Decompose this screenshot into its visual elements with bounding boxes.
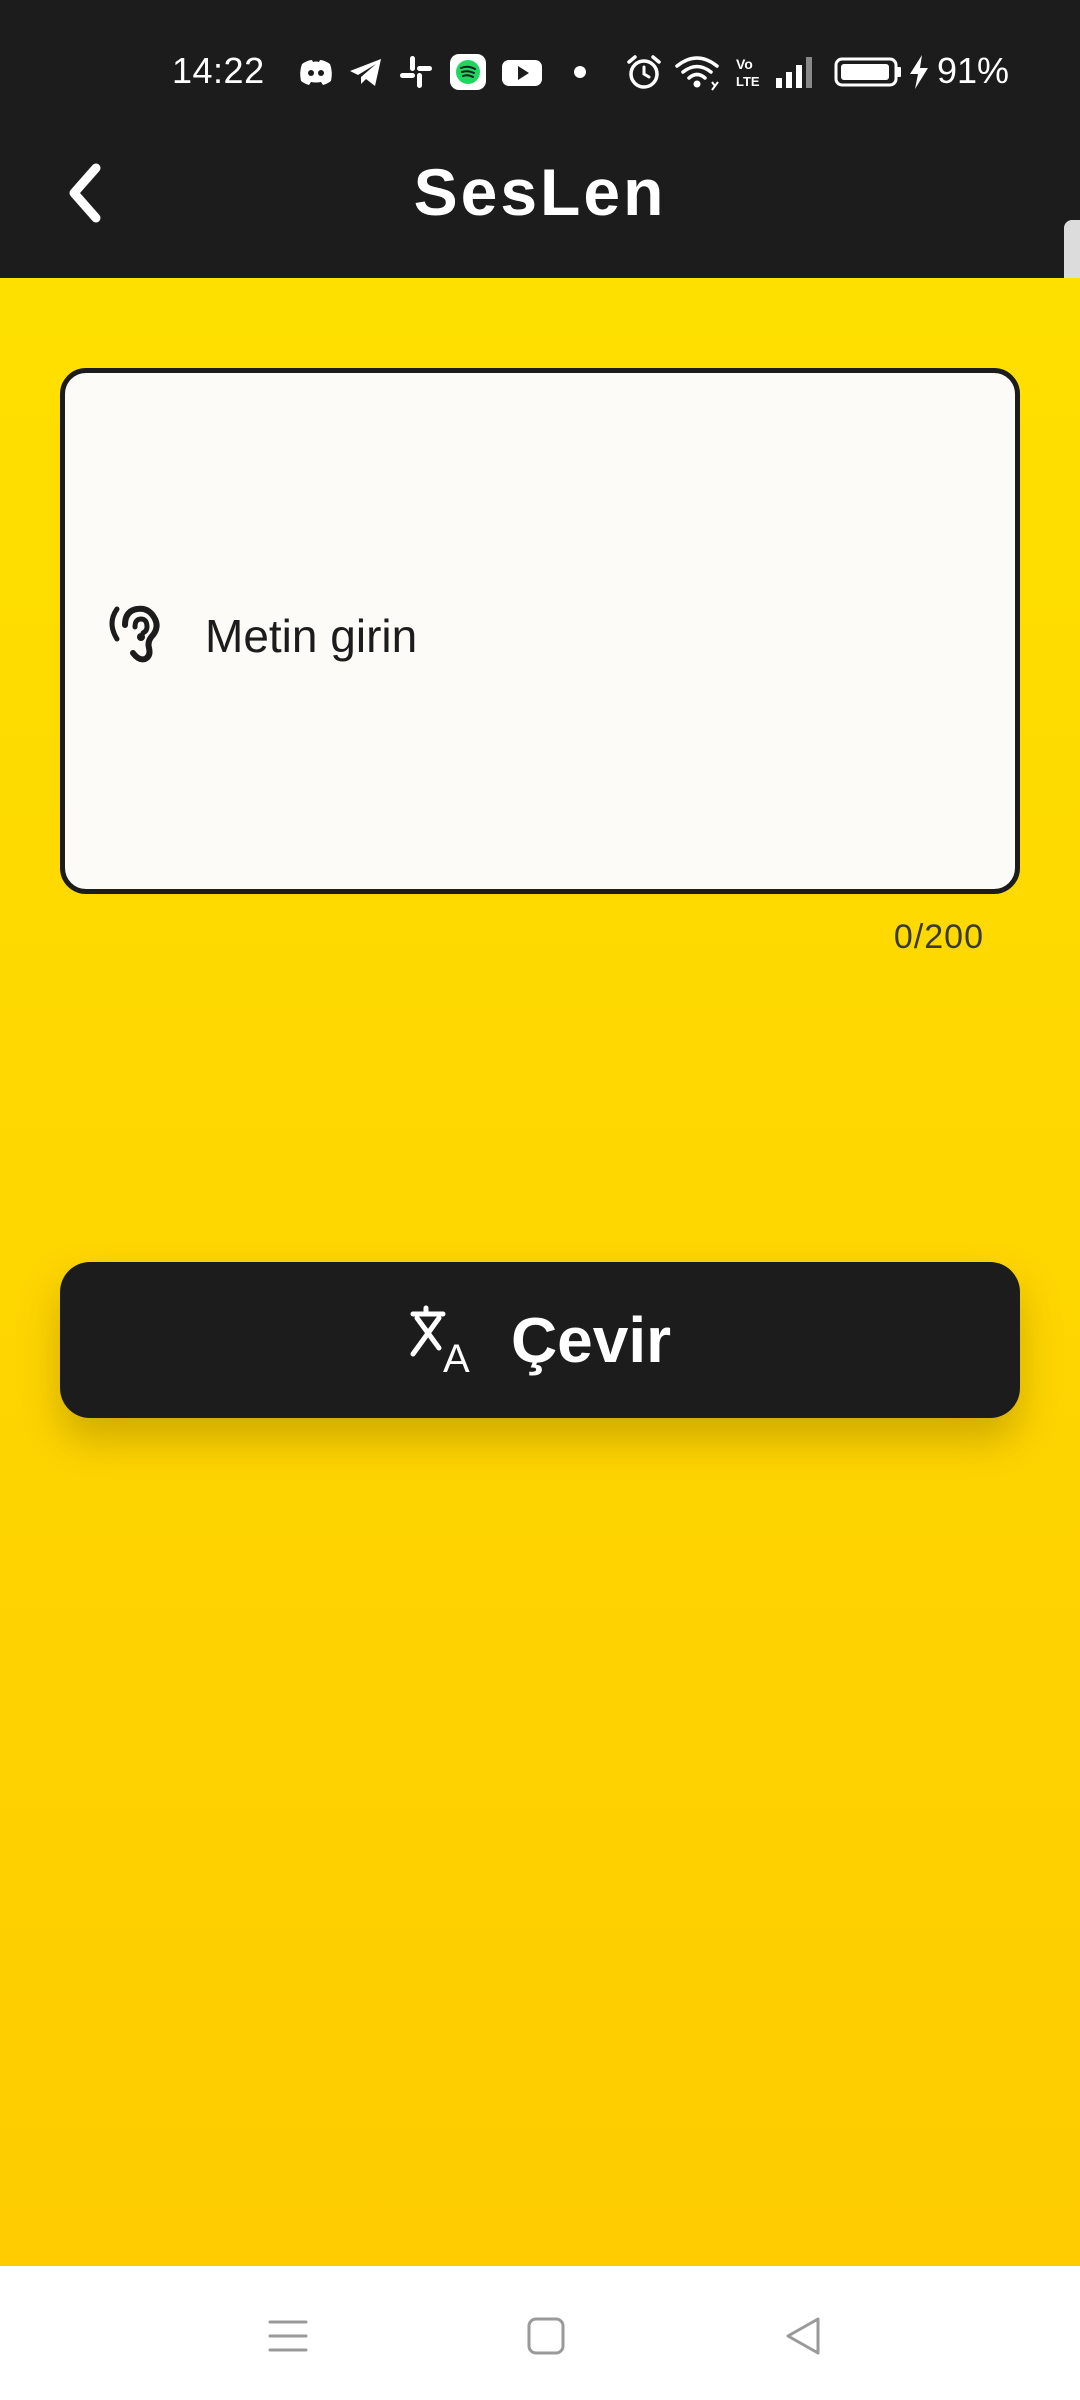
system-back-button[interactable] bbox=[764, 2296, 844, 2376]
spotify-icon bbox=[450, 54, 486, 90]
volte-icon: Vo LTE bbox=[736, 56, 760, 89]
translate-icon: A bbox=[410, 1305, 470, 1376]
app-bar: SesLen bbox=[0, 140, 1080, 250]
telegram-icon bbox=[350, 59, 381, 86]
menu-icon bbox=[268, 2320, 308, 2352]
signal-icon bbox=[776, 57, 812, 88]
battery-icon bbox=[834, 57, 901, 87]
text-input-container[interactable] bbox=[60, 368, 1020, 894]
back-triangle-icon bbox=[786, 2317, 820, 2355]
dot-icon bbox=[574, 66, 586, 78]
character-counter: 0/200 bbox=[893, 918, 984, 956]
status-bar: 14:22 Vo LTE 91% bbox=[0, 40, 1080, 104]
youtube-icon bbox=[502, 60, 542, 86]
charging-icon bbox=[910, 55, 928, 89]
svg-text:LTE: LTE bbox=[736, 74, 760, 89]
wifi-icon bbox=[675, 56, 719, 91]
home-icon bbox=[527, 2317, 565, 2355]
alarm-icon bbox=[627, 55, 661, 89]
slack-icon bbox=[400, 56, 432, 88]
main-content: 0/200 A Çevir bbox=[0, 278, 1080, 2266]
app-title: SesLen bbox=[413, 155, 667, 229]
top-bar: 14:22 Vo LTE 91% SesLen bbox=[0, 0, 1080, 278]
translate-button-label: Çevir bbox=[510, 1304, 672, 1376]
home-button[interactable] bbox=[506, 2296, 586, 2376]
battery-percent: 91% bbox=[937, 50, 1010, 91]
status-time: 14:22 bbox=[172, 50, 265, 91]
translate-button[interactable]: A Çevir bbox=[60, 1262, 1020, 1418]
recent-apps-button[interactable] bbox=[248, 2296, 328, 2376]
svg-text:Vo: Vo bbox=[736, 56, 753, 72]
ear-icon bbox=[109, 605, 160, 663]
discord-icon bbox=[300, 60, 332, 85]
svg-text:A: A bbox=[443, 1337, 470, 1376]
navigation-bar bbox=[0, 2266, 1080, 2400]
text-input[interactable] bbox=[205, 603, 965, 669]
